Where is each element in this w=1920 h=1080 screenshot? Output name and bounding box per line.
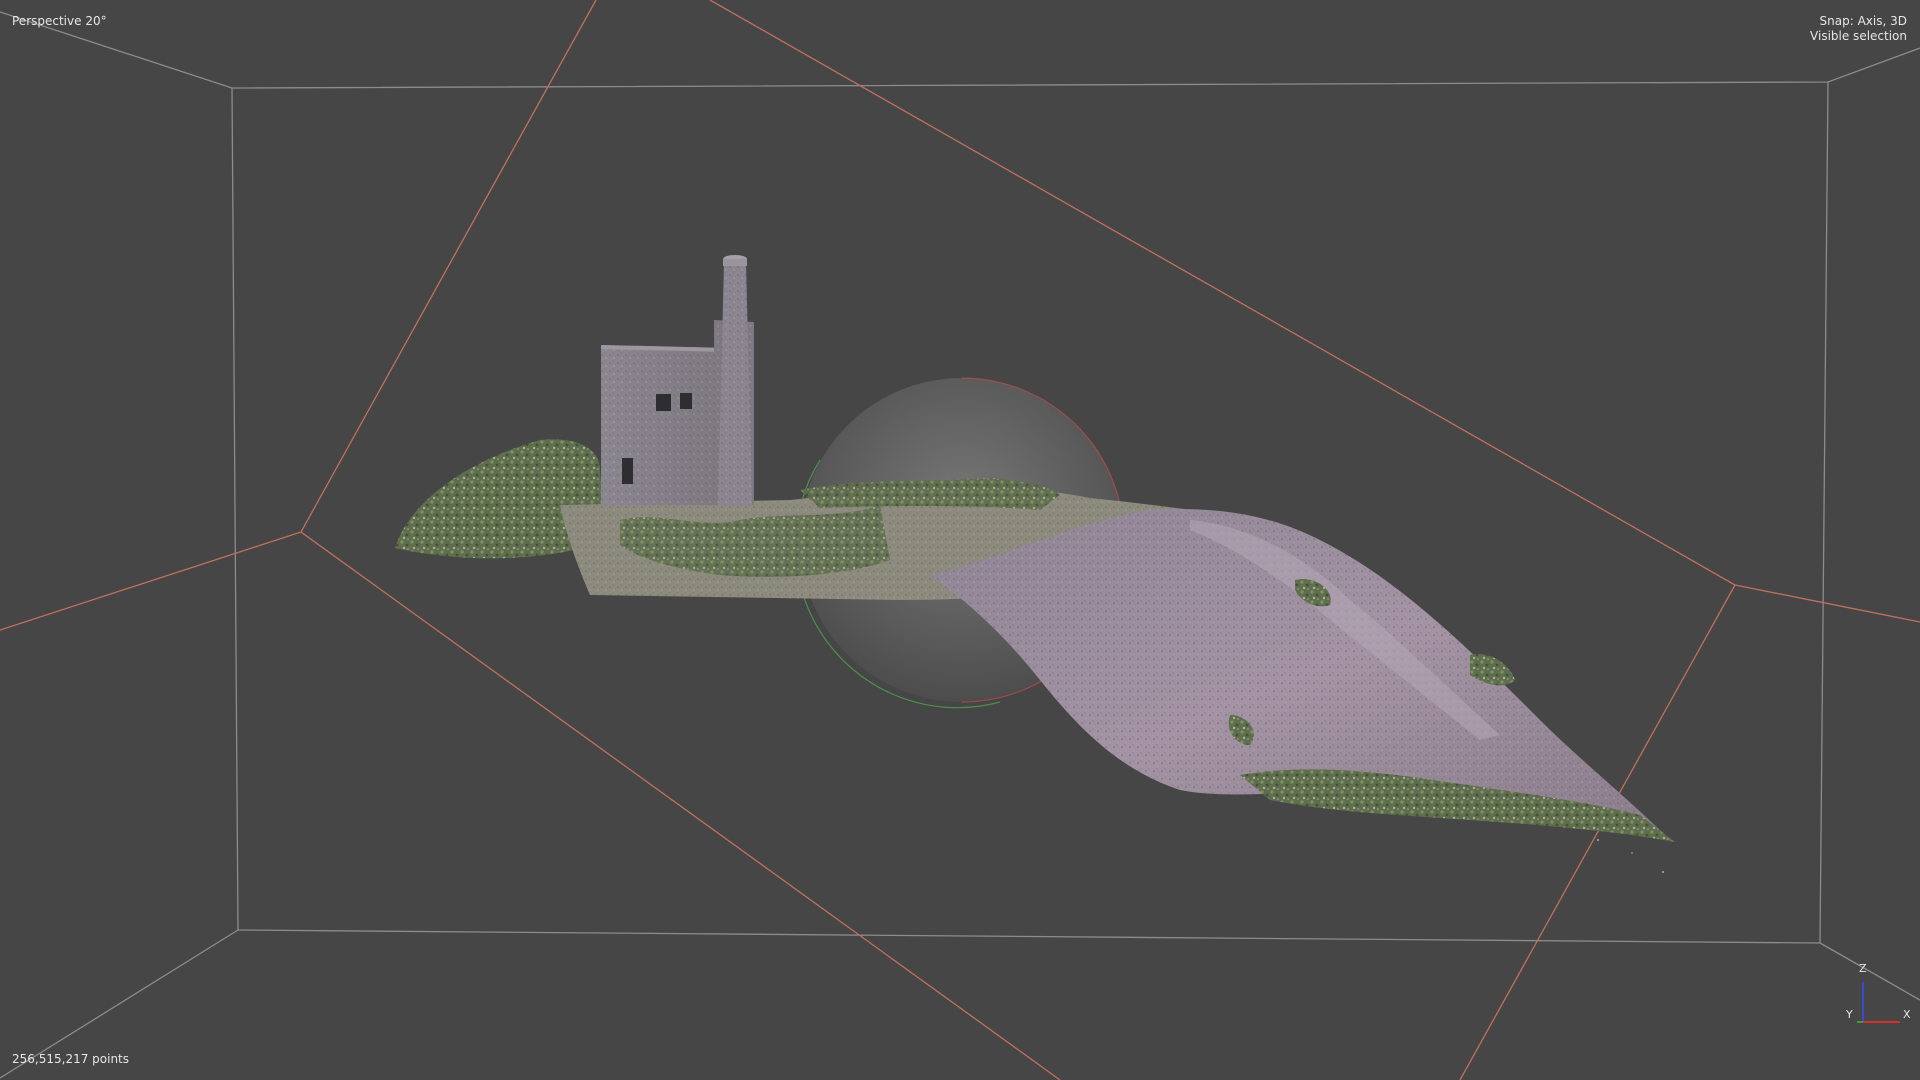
snap-status: Snap: Axis, 3D Visible selection: [1810, 14, 1907, 44]
axis-x-label: X: [1903, 1008, 1911, 1021]
selection-mode-label: Visible selection: [1810, 29, 1907, 43]
3d-viewport[interactable]: Perspective 20° Snap: Axis, 3D Visible s…: [0, 0, 1920, 1080]
point-count-label: 256,515,217 points: [12, 1052, 130, 1066]
point-cloud-scene[interactable]: [0, 0, 1920, 1080]
engine-house: [601, 255, 754, 505]
axis-y-label: Y: [1846, 1008, 1853, 1021]
axis-z-label: Z: [1859, 962, 1867, 975]
point-cloud: [395, 255, 1675, 842]
snap-mode-label: Snap: Axis, 3D: [1819, 14, 1907, 28]
axis-gizmo-icon[interactable]: [1857, 982, 1900, 1023]
view-projection-label: Perspective 20°: [12, 14, 107, 28]
stray-points: [1597, 839, 1664, 873]
